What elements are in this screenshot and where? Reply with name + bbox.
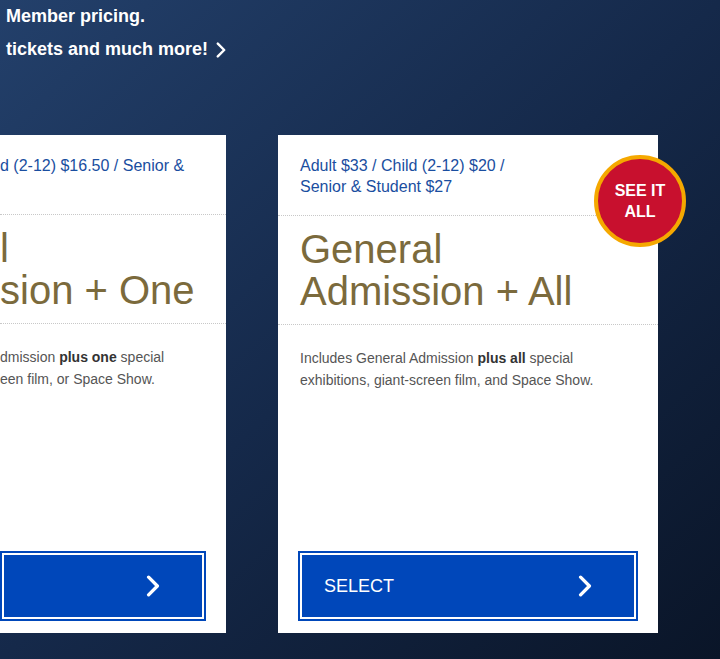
see-it-all-badge: SEE IT ALL [594,155,686,247]
title-line: sion + One [0,269,216,311]
ticket-description: Includes General Admission plus all spec… [278,325,658,391]
promo-line: Member pricing. [6,0,720,33]
chevron-right-icon [146,575,160,597]
page: Member pricing.tickets and much more! d (… [0,0,720,659]
description-segment: Includes General Admission [300,350,477,366]
ticket-price: d (2-12) $16.50 / Senior & [0,135,226,215]
title-line: l [0,227,216,269]
description-segment: special [526,350,573,366]
ticket-card: Adult $33 / Child (2-12) $20 / Senior & … [278,135,658,633]
description-line: een film, or Space Show. [0,368,216,390]
ticket-options: d (2-12) $16.50 / Senior &lsion + Onedmi… [0,135,720,633]
description-line: dmission plus one special [0,346,216,368]
description-segment: special [117,349,164,365]
select-button[interactable] [0,551,206,621]
select-label[interactable]: SELECT [324,573,394,600]
select-button[interactable]: SELECT [298,551,638,621]
promo-line[interactable]: tickets and much more! [6,33,720,66]
ticket-title: GeneralAdmission + All [278,216,658,325]
promo-text[interactable]: tickets and much more! [6,33,208,66]
description-line: Includes General Admission plus all spec… [300,347,648,369]
title-line: General [300,228,648,270]
description-line: exhibitions, giant-screen film, and Spac… [300,369,648,391]
ticket-title: lsion + One [0,215,226,324]
title-line: Admission + All [300,270,648,312]
chevron-right-icon [578,575,592,597]
description-segment: een film, or Space Show. [0,371,155,387]
description-segment: dmission [0,349,59,365]
ticket-card: d (2-12) $16.50 / Senior &lsion + Onedmi… [0,135,226,633]
badge-text: SEE IT ALL [612,180,668,222]
promo-text: Member pricing. [6,0,145,33]
ticket-description: dmission plus one special een film, or Sp… [0,324,226,390]
description-segment: exhibitions, giant-screen film, and Spac… [300,372,593,388]
chevron-right-icon [216,42,226,58]
description-segment: plus one [59,349,117,365]
promo-banner: Member pricing.tickets and much more! [0,0,720,66]
description-segment: plus all [477,350,525,366]
